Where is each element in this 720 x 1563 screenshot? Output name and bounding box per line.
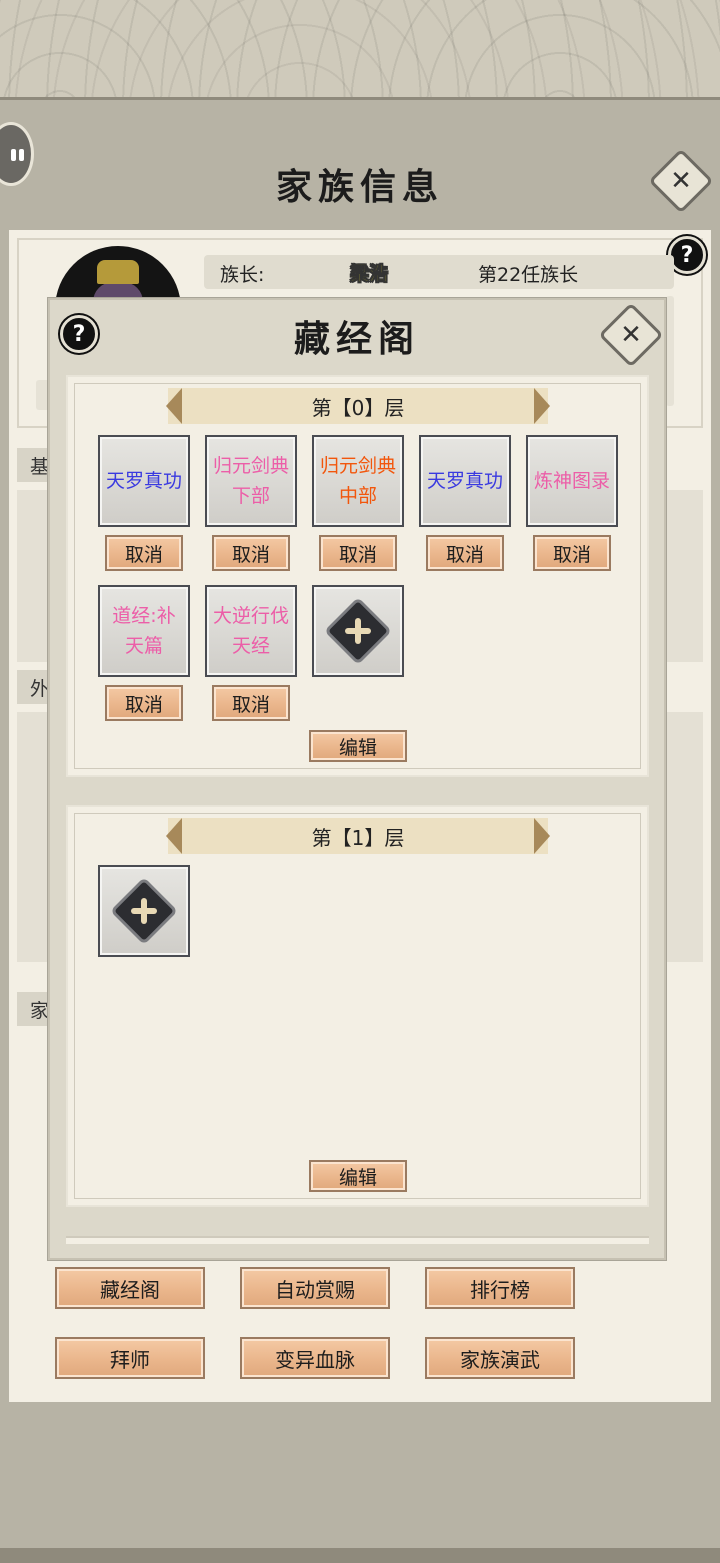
bottom-decorative-band	[0, 1548, 720, 1563]
section-tab-basic: 基	[17, 448, 51, 482]
book-title: 归元剑典 中部	[319, 455, 396, 507]
book-slot[interactable]: 炼神图录	[526, 435, 618, 527]
cancel-button[interactable]: 取消	[105, 685, 183, 721]
book-slot[interactable]: 归元剑典 中部	[312, 435, 404, 527]
help-icon: ?	[680, 242, 694, 268]
scripture-pavilion-button[interactable]: 藏经阁	[55, 1267, 205, 1309]
family-sparring-button[interactable]: 家族演武	[425, 1337, 575, 1379]
section-tab-family: 家	[17, 992, 51, 1026]
plus-icon	[110, 877, 178, 945]
info-row-stub-right	[666, 296, 674, 406]
dialog-title: 藏经阁	[293, 318, 420, 360]
floor-header-0[interactable]: 第【0】层	[166, 388, 550, 424]
section-tab-outer: 外	[17, 670, 51, 704]
book-title: 天罗真功	[105, 470, 182, 492]
book-slot[interactable]: 天罗真功	[98, 435, 190, 527]
cancel-button[interactable]: 取消	[212, 685, 290, 721]
cancel-button[interactable]: 取消	[212, 535, 290, 571]
floor-header-1[interactable]: 第【1】层	[166, 818, 550, 854]
floor-header-label: 第【1】层	[311, 825, 405, 850]
edit-floor-1-button[interactable]: 编辑	[309, 1160, 407, 1192]
book-slot[interactable]: 道经:补 天篇	[98, 585, 190, 677]
next-arrow-icon[interactable]	[534, 818, 550, 854]
floor-header-label: 第【0】层	[311, 395, 405, 420]
book-slot[interactable]: 大逆行伐 天经	[205, 585, 297, 677]
add-book-slot[interactable]	[98, 865, 190, 957]
cancel-button[interactable]: 取消	[426, 535, 504, 571]
chief-label: 族长:	[220, 264, 265, 286]
close-icon: ✕	[620, 320, 642, 350]
leaderboard-button[interactable]: 排行榜	[425, 1267, 575, 1309]
cancel-button[interactable]: 取消	[533, 535, 611, 571]
cancel-button[interactable]: 取消	[105, 535, 183, 571]
auto-reward-button[interactable]: 自动赏赐	[240, 1267, 390, 1309]
plus-icon	[324, 597, 392, 665]
chief-row: 族长: 梁浩 第22任族长	[204, 255, 674, 289]
book-title: 大逆行伐 天经	[212, 605, 289, 657]
window-title: 家族信息	[275, 166, 444, 208]
floor-panel-2-partial	[66, 1236, 649, 1244]
prev-arrow-icon[interactable]	[166, 388, 182, 424]
prev-arrow-icon[interactable]	[166, 818, 182, 854]
dialog-help-button[interactable]: ?	[60, 315, 98, 353]
edit-floor-0-button[interactable]: 编辑	[309, 730, 407, 762]
book-title: 归元剑典 下部	[212, 455, 289, 507]
mutant-bloodline-button[interactable]: 变异血脉	[240, 1337, 390, 1379]
add-book-slot[interactable]	[312, 585, 404, 677]
apprentice-button[interactable]: 拜师	[55, 1337, 205, 1379]
close-icon: ✕	[670, 166, 692, 196]
chief-name: 梁浩	[350, 263, 389, 286]
cancel-button[interactable]: 取消	[319, 535, 397, 571]
book-title: 炼神图录	[533, 470, 610, 492]
book-title: 天罗真功	[426, 470, 503, 492]
book-title: 道经:补 天篇	[112, 605, 176, 657]
book-slot[interactable]: 天罗真功	[419, 435, 511, 527]
book-slot[interactable]: 归元剑典 下部	[205, 435, 297, 527]
next-arrow-icon[interactable]	[534, 388, 550, 424]
chief-generation: 第22任族长	[478, 264, 579, 286]
top-decorative-band	[0, 0, 720, 100]
help-icon: ?	[72, 321, 86, 347]
